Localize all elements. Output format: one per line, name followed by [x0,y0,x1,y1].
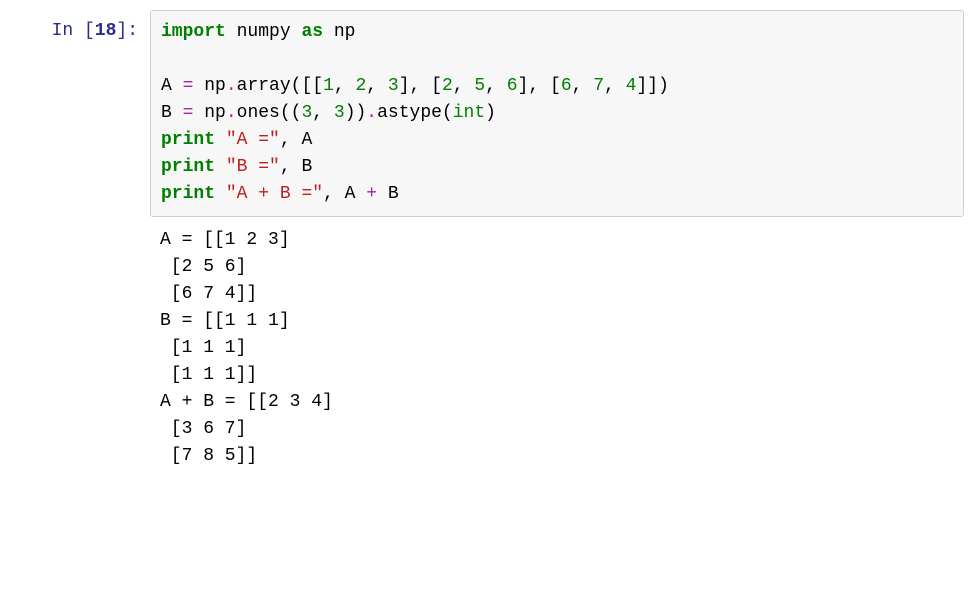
code-line-6: print "B =", B [161,154,953,181]
code-line-4: B = np.ones((3, 3)).astype(int) [161,100,953,127]
prompt-open-bracket: [ [84,21,95,41]
keyword-print: print [161,130,215,150]
keyword-print: print [161,157,215,177]
output-cell: A = [[1 2 3] [2 5 6] [6 7 4]] B = [[1 1 … [10,227,964,470]
prompt-close-bracket: ]: [116,21,138,41]
string-literal: "A =" [226,130,280,150]
string-literal: "A + B =" [226,184,323,204]
string-literal: "B =" [226,157,280,177]
keyword-import: import [161,22,226,42]
keyword-as: as [301,22,323,42]
prompt-in-label: In [52,21,84,41]
code-line-3: A = np.array([[1, 2, 3], [2, 5, 6], [6, … [161,73,953,100]
code-input-area[interactable]: import numpy as np A = np.array([[1, 2, … [150,10,964,217]
code-line-1: import numpy as np [161,19,953,46]
stdout-output: A = [[1 2 3] [2 5 6] [6 7 4]] B = [[1 1 … [150,227,964,470]
output-prompt-spacer [10,227,150,235]
code-line-5: print "A =", A [161,127,953,154]
blank-line [161,46,953,73]
input-cell: In [18]: import numpy as np A = np.array… [10,10,964,217]
keyword-print: print [161,184,215,204]
prompt-exec-count: 18 [95,21,117,41]
alias-name: np [334,22,356,42]
input-prompt: In [18]: [10,10,150,45]
code-line-7: print "A + B =", A + B [161,181,953,208]
module-name: numpy [237,22,291,42]
